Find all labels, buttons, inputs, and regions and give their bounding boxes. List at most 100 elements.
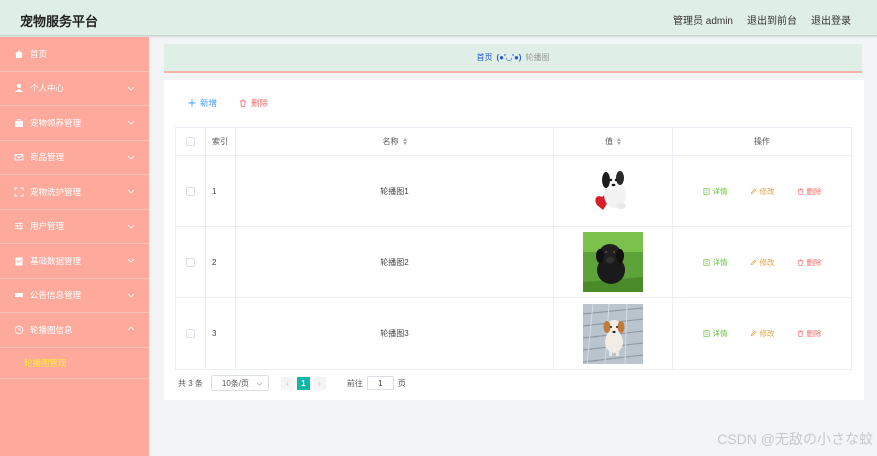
- clipboard-icon: [14, 256, 24, 266]
- row-checkbox[interactable]: [186, 257, 195, 267]
- select-all-checkbox[interactable]: [186, 137, 195, 146]
- row-checkbox[interactable]: [186, 186, 195, 196]
- sidebar-item-label: 宠物领养管理: [30, 117, 82, 128]
- delete-button[interactable]: 删除: [797, 257, 822, 268]
- black-puppy-thumbnail[interactable]: [583, 232, 643, 292]
- clock-icon: [14, 325, 24, 335]
- row-image-cell: [554, 298, 673, 369]
- plus-icon: [188, 99, 196, 107]
- row-select-cell: [176, 298, 206, 369]
- page-number-current[interactable]: 1: [296, 376, 310, 390]
- breadcrumb-home[interactable]: 首页: [477, 52, 493, 63]
- batch-delete-label: 删除: [251, 98, 269, 108]
- column-header-operation: 操作: [754, 137, 770, 146]
- sidebar-item-pet-adoption[interactable]: 宠物领养管理: [0, 106, 149, 141]
- column-header-name[interactable]: 名称: [236, 128, 554, 155]
- delete-label: 删除: [806, 186, 822, 196]
- sort-icon[interactable]: [617, 138, 621, 145]
- sort-icon[interactable]: [402, 138, 407, 145]
- delete-button[interactable]: 删除: [797, 328, 822, 339]
- column-header-value-label: 值: [605, 137, 613, 146]
- sidebar-item-label: 基础数据管理: [30, 255, 82, 266]
- chevron-down-icon: [127, 224, 135, 229]
- edit-icon: [750, 188, 756, 194]
- row-image-cell: [554, 156, 673, 226]
- edit-label: 修改: [759, 329, 775, 338]
- row-name: 轮播图1: [236, 156, 554, 226]
- sidebar-item-basic-data[interactable]: 基础数据管理: [0, 244, 149, 279]
- chevron-down-icon: [127, 258, 135, 263]
- next-page-button[interactable]: ›: [312, 376, 326, 390]
- table-row: 2 轮播图2 详情 修改 删除: [176, 227, 851, 298]
- sidebar-item-announcements[interactable]: 公告信息管理: [0, 279, 149, 313]
- site-title: 宠物服务平台: [20, 14, 99, 29]
- edit-button[interactable]: 修改: [750, 328, 775, 339]
- edit-icon: [750, 259, 756, 265]
- row-index: 2: [206, 227, 236, 297]
- row-actions: 详情 修改 删除: [673, 298, 851, 369]
- goto-suffix: 页: [397, 378, 406, 388]
- prev-page-button[interactable]: ‹: [280, 376, 294, 390]
- sidebar-item-products[interactable]: 商品管理: [0, 141, 149, 175]
- delete-label: 删除: [806, 257, 822, 267]
- table-row: 3 轮播图3 详情 修改 删除: [176, 298, 851, 369]
- sidebar-item-pet-grooming[interactable]: 宠物洗护管理: [0, 175, 149, 210]
- row-select-cell: [176, 227, 206, 297]
- sliders-icon: [14, 221, 24, 231]
- column-header-name-label: 名称: [382, 137, 399, 146]
- detail-button[interactable]: 详情: [703, 186, 728, 197]
- delete-button[interactable]: 删除: [797, 186, 822, 197]
- chevron-up-icon: [127, 326, 135, 331]
- page-size-select[interactable]: 10条/页: [210, 375, 269, 391]
- header-actions: 管理员 admin 退出到前台 退出登录: [673, 12, 851, 27]
- table-header-row: 索引 名称 值 操作: [176, 128, 851, 156]
- ticket-icon: [14, 290, 24, 300]
- breadcrumb-current: 轮播图: [525, 53, 550, 62]
- sidebar-item-profile[interactable]: 个人中心: [0, 72, 149, 106]
- edit-button[interactable]: 修改: [750, 186, 775, 197]
- goto-page-input[interactable]: 1: [366, 376, 394, 390]
- row-checkbox[interactable]: [186, 329, 195, 338]
- chevron-down-icon: [127, 86, 135, 91]
- edit-icon: [750, 330, 756, 337]
- detail-button[interactable]: 详情: [703, 328, 728, 339]
- delete-label: 删除: [806, 329, 822, 338]
- carousel-table: 索引 名称 值 操作 1 轮播图1 详情 修改 删除 2 轮播图2 详情 修改 …: [175, 127, 852, 370]
- sidebar-subitem-carousel-management[interactable]: 轮播图管理: [0, 348, 149, 379]
- sidebar-item-label: 宠物洗护管理: [30, 186, 82, 197]
- sidebar-item-home[interactable]: 首页: [0, 37, 149, 72]
- row-select-cell: [176, 156, 206, 226]
- sidebar-item-carousel-info[interactable]: 轮播图信息: [0, 313, 149, 348]
- document-icon: [703, 330, 709, 337]
- breadcrumb-separator-face: (●'◡'●): [496, 53, 522, 62]
- home-icon: [14, 49, 24, 59]
- user-icon: [14, 83, 24, 93]
- detail-label: 详情: [712, 186, 728, 196]
- top-header: 宠物服务平台 管理员 admin 退出到前台 退出登录: [0, 0, 877, 36]
- row-index: 1: [206, 156, 236, 226]
- edit-label: 修改: [759, 257, 775, 267]
- back-to-front-link[interactable]: 退出到前台: [747, 12, 797, 27]
- sidebar: 首页 个人中心 宠物领养管理 商品管理 宠物洗护管理 用户管理 基础数据管理 公…: [0, 37, 149, 456]
- row-name: 轮播图3: [236, 298, 554, 369]
- batch-delete-button[interactable]: 删除: [239, 97, 268, 109]
- add-button[interactable]: 新增: [188, 97, 217, 109]
- row-image-cell: [554, 227, 673, 297]
- chevron-down-icon: [127, 189, 135, 194]
- detail-button[interactable]: 详情: [703, 257, 728, 268]
- column-header-value[interactable]: 值: [554, 128, 673, 155]
- total-count: 共 3 条: [178, 378, 203, 388]
- sidebar-item-label: 商品管理: [30, 152, 65, 163]
- trash-icon: [797, 188, 803, 195]
- sidebar-item-label: 轮播图信息: [30, 324, 73, 335]
- puppy-deck-thumbnail[interactable]: [583, 303, 643, 364]
- row-actions: 详情 修改 删除: [673, 227, 851, 297]
- row-name: 轮播图2: [236, 227, 554, 297]
- trash-icon: [797, 259, 803, 266]
- sidebar-item-users[interactable]: 用户管理: [0, 210, 149, 244]
- puppy-heart-thumbnail[interactable]: [583, 161, 643, 221]
- edit-button[interactable]: 修改: [750, 257, 775, 268]
- header-select-all-cell: [176, 128, 206, 155]
- pagination: 共 3 条 10条/页 ‹ 1 › 前往 1 页: [178, 375, 406, 391]
- logout-link[interactable]: 退出登录: [811, 12, 851, 27]
